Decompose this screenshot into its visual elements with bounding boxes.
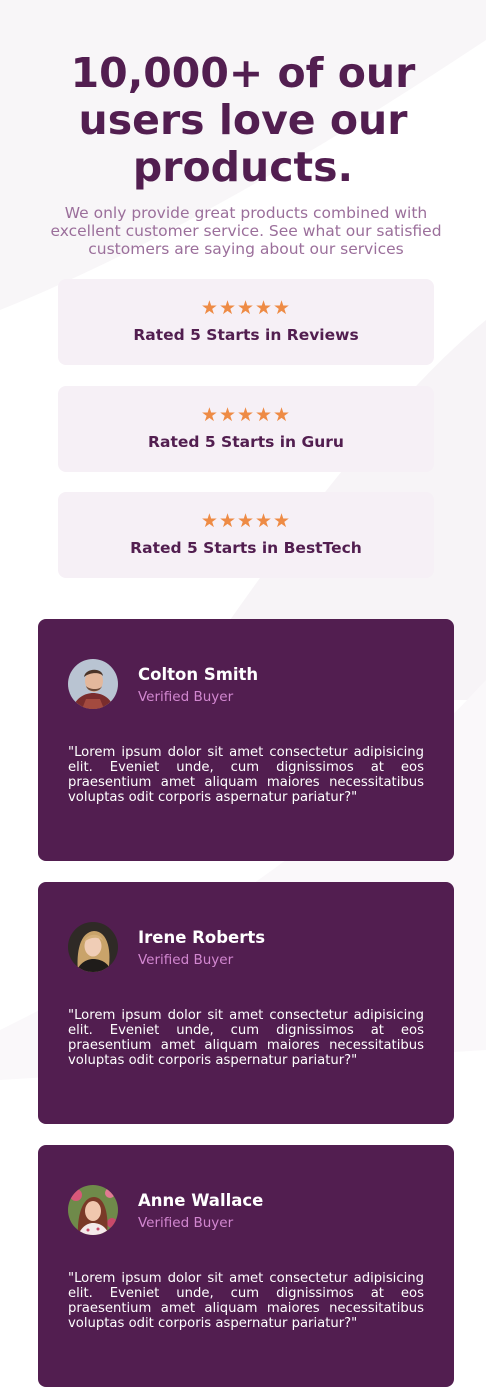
- rating-card-reviews: ★★★★★ Rated 5 Starts in Reviews: [58, 279, 434, 365]
- man-portrait-icon: [68, 659, 118, 709]
- rating-card-guru: ★★★★★ Rated 5 Starts in Guru: [58, 386, 434, 472]
- reviewer-role: Verified Buyer: [138, 689, 234, 705]
- woman-portrait-icon: [68, 1185, 118, 1235]
- testimonial-card: Irene Roberts Verified Buyer "Lorem ipsu…: [38, 882, 454, 1124]
- rating-label: Rated 5 Starts in Guru: [148, 433, 344, 451]
- reviewer-name: Anne Wallace: [138, 1191, 264, 1210]
- rating-label: Rated 5 Starts in BestTech: [130, 539, 362, 557]
- reviewer-name: Colton Smith: [138, 665, 259, 684]
- rating-card-besttech: ★★★★★ Rated 5 Starts in BestTech: [58, 492, 434, 578]
- page-title: 10,000+ of our users love our products.: [70, 49, 416, 191]
- star-rating-icon: ★★★★★: [200, 297, 292, 319]
- reviewer-name: Irene Roberts: [138, 928, 266, 947]
- reviewer-role: Verified Buyer: [138, 952, 234, 968]
- testimonial-quote: "Lorem ipsum dolor sit amet consectetur …: [68, 745, 424, 805]
- page-subtitle: We only provide great products combined …: [50, 204, 442, 258]
- star-rating-icon: ★★★★★: [200, 404, 292, 426]
- woman-portrait-icon: [68, 922, 118, 972]
- rating-label: Rated 5 Starts in Reviews: [133, 326, 359, 344]
- star-rating-icon: ★★★★★: [200, 510, 292, 532]
- reviewer-role: Verified Buyer: [138, 1215, 234, 1231]
- testimonial-quote: "Lorem ipsum dolor sit amet consectetur …: [68, 1008, 424, 1068]
- testimonial-card: Colton Smith Verified Buyer "Lorem ipsum…: [38, 619, 454, 861]
- testimonial-quote: "Lorem ipsum dolor sit amet consectetur …: [68, 1271, 424, 1331]
- testimonial-card: Anne Wallace Verified Buyer "Lorem ipsum…: [38, 1145, 454, 1387]
